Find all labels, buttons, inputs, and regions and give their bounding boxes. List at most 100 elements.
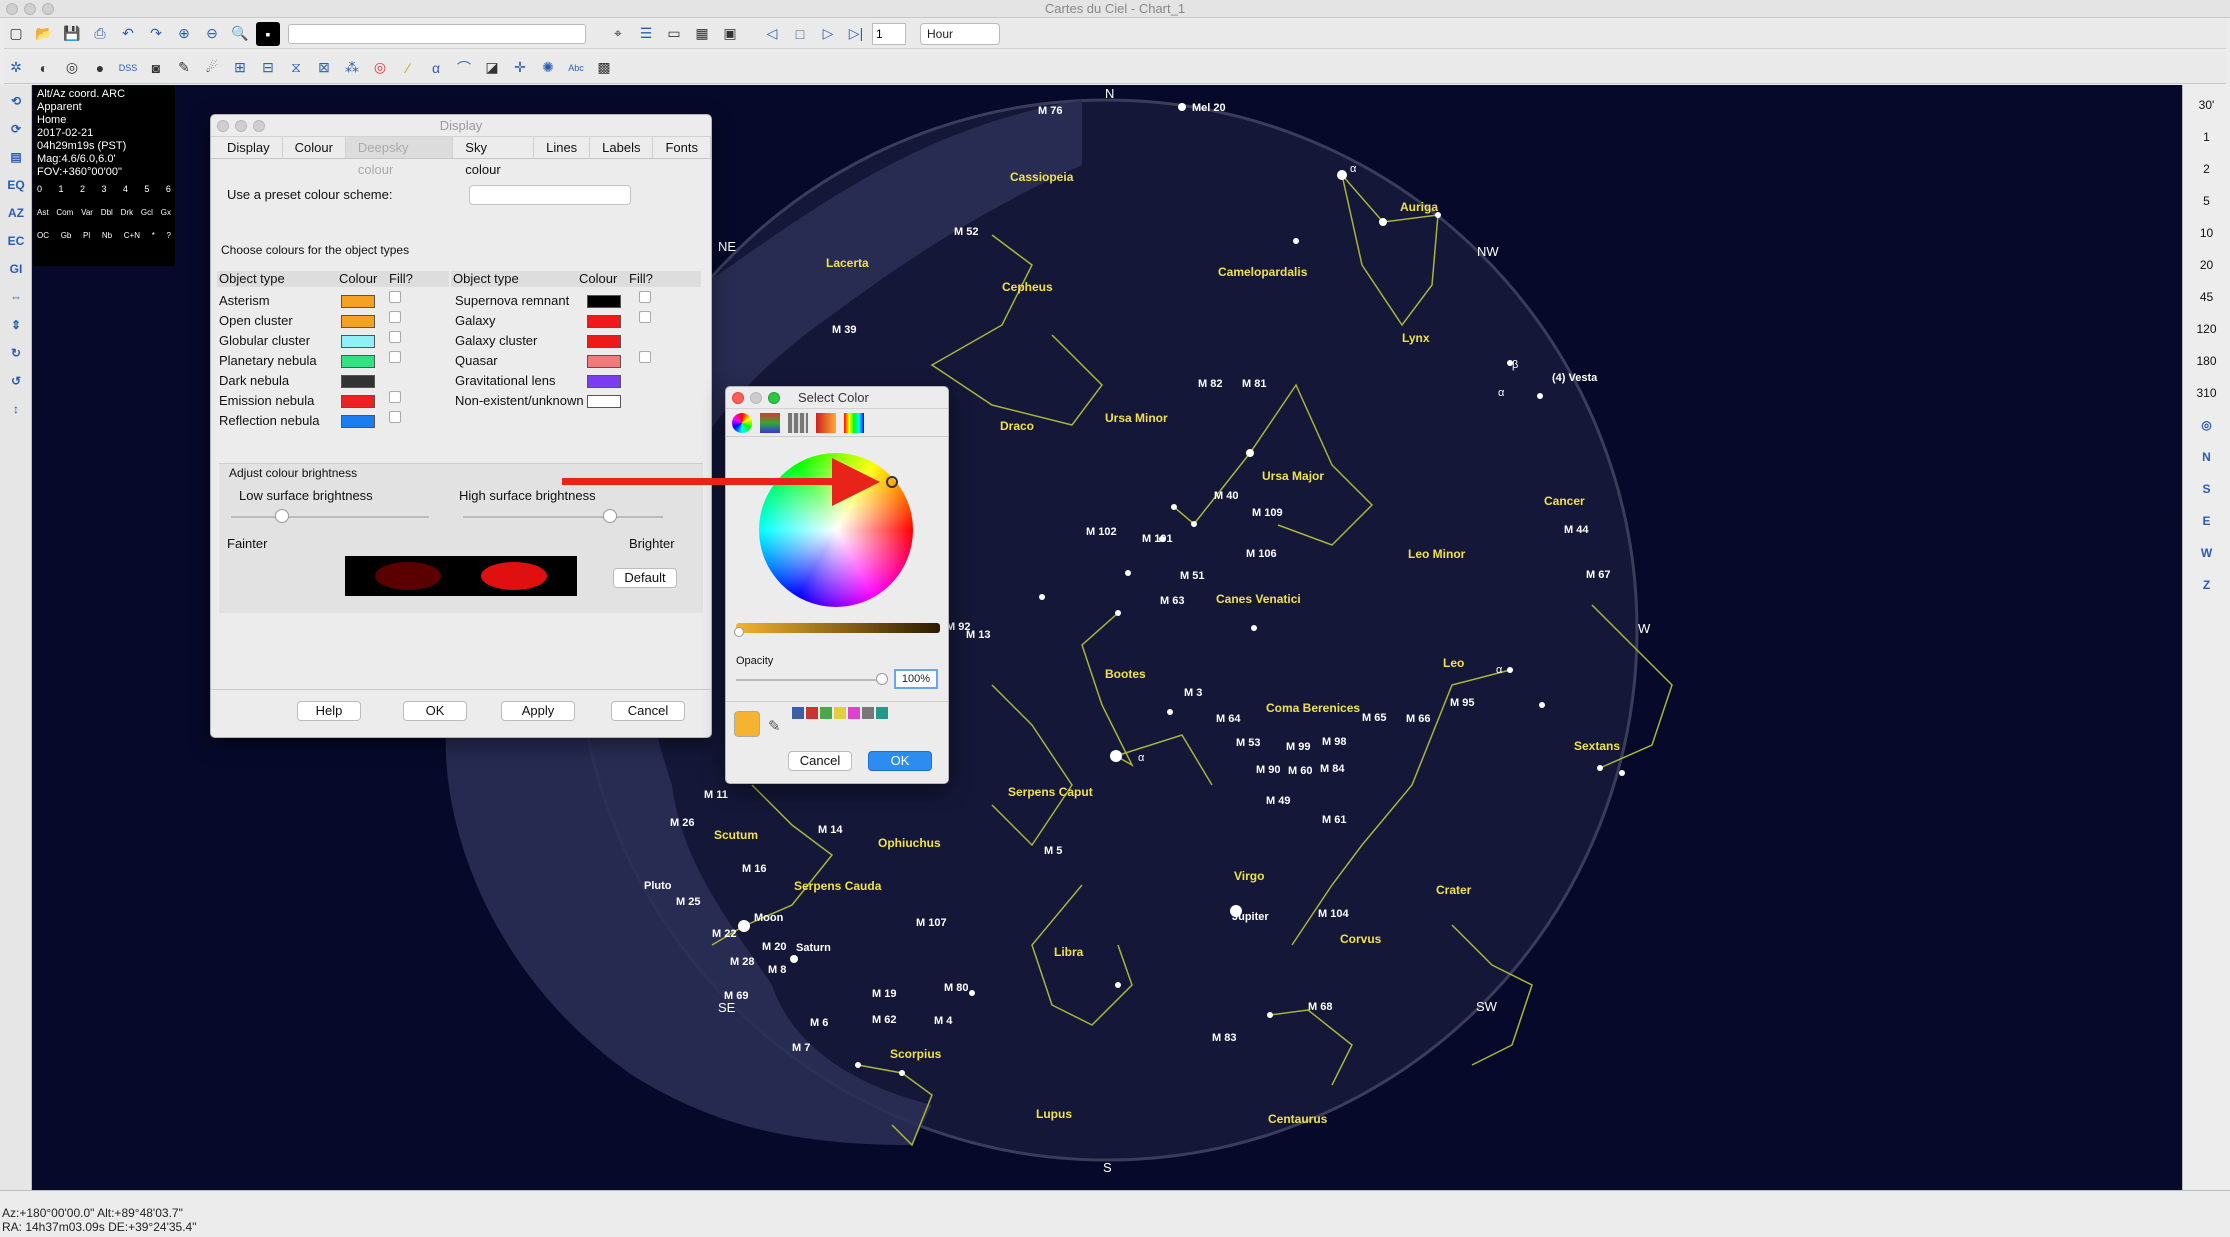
left-object-row-fill-checkbox[interactable] — [389, 391, 401, 403]
constellation-label[interactable]: Auriga — [1400, 200, 1438, 214]
constellation-icon[interactable]: ⁂ — [340, 56, 364, 80]
rotate-cw-icon[interactable]: ↻ — [4, 341, 28, 365]
grid-eq-icon[interactable]: ⊟ — [256, 56, 280, 80]
palettes-mode-icon[interactable] — [788, 413, 808, 433]
view-west[interactable]: W — [2183, 537, 2230, 569]
tab-colour[interactable]: Colour — [283, 137, 346, 158]
right-object-row-colour-swatch[interactable] — [587, 395, 621, 408]
book-icon[interactable]: ▤ — [4, 145, 28, 169]
left-object-row-colour-swatch[interactable] — [341, 295, 375, 308]
eyedropper-icon[interactable]: ✎ — [768, 717, 781, 735]
deep-sky-object-label[interactable]: Mel 20 — [1192, 102, 1226, 114]
mark-icon[interactable]: ⊠ — [312, 56, 336, 80]
zoom-180[interactable]: 180 — [2183, 345, 2230, 377]
deep-sky-object-label[interactable]: M 98 — [1322, 736, 1346, 748]
greek-letter-label[interactable]: α — [1496, 664, 1503, 676]
deep-sky-object-label[interactable]: M 83 — [1212, 1032, 1236, 1044]
constellation-label[interactable]: Lynx — [1402, 331, 1430, 345]
left-object-row-colour-swatch[interactable] — [341, 375, 375, 388]
star-mark[interactable] — [1171, 504, 1177, 510]
deep-sky-object-label[interactable]: M 28 — [730, 956, 754, 968]
constellation-label[interactable]: Ophiuchus — [878, 836, 941, 850]
star-mark[interactable] — [1246, 449, 1254, 457]
star-mark[interactable] — [899, 1070, 905, 1076]
constellation-label[interactable]: Coma Berenices — [1266, 701, 1360, 715]
deep-sky-object-label[interactable]: M 11 — [704, 789, 728, 801]
help-button[interactable]: Help — [297, 701, 361, 721]
compass-label[interactable]: N — [1105, 86, 1114, 101]
deep-sky-object-label[interactable]: M 84 — [1320, 763, 1345, 775]
color-wheel-cursor[interactable] — [886, 476, 898, 488]
deep-sky-object-label[interactable]: M 22 — [712, 928, 736, 940]
dss-icon[interactable]: DSS — [116, 56, 140, 80]
scale-icon[interactable]: ⧖ — [284, 56, 308, 80]
left-object-row-fill-checkbox[interactable] — [389, 331, 401, 343]
compass-label[interactable]: SW — [1476, 999, 1498, 1014]
brightness-slider[interactable] — [736, 623, 940, 633]
swap-ud-icon[interactable]: ⇕ — [4, 313, 28, 337]
constellation-label[interactable]: Lacerta — [826, 256, 869, 270]
left-object-row-fill-checkbox[interactable] — [389, 411, 401, 423]
left-object-row-colour-swatch[interactable] — [341, 395, 375, 408]
camera-icon[interactable]: ◙ — [144, 56, 168, 80]
view-east[interactable]: E — [2183, 505, 2230, 537]
deep-sky-object-label[interactable]: M 6 — [810, 1017, 828, 1029]
zoom-45[interactable]: 45 — [2183, 281, 2230, 313]
deep-sky-object-label[interactable]: M 64 — [1216, 713, 1241, 725]
palette-swatch[interactable] — [806, 707, 818, 719]
color-ok-button[interactable]: OK — [868, 751, 932, 771]
chart-icon[interactable]: ▪ — [256, 21, 280, 46]
comet-icon[interactable]: ☄ — [200, 56, 224, 80]
deep-sky-object-label[interactable]: Pluto — [644, 880, 672, 892]
zoom-out-icon[interactable]: ⊖ — [200, 22, 224, 46]
right-object-row-colour-swatch[interactable] — [587, 375, 621, 388]
constellation-label[interactable]: Libra — [1054, 945, 1084, 959]
star-mark[interactable] — [1167, 709, 1173, 715]
gal-toggle[interactable]: GI — [4, 257, 28, 281]
compass-label[interactable]: SE — [718, 1000, 736, 1015]
view-zenith[interactable]: Z — [2183, 569, 2230, 601]
rotate-icon[interactable]: ⟳ — [4, 117, 28, 141]
pencils-mode-icon[interactable] — [844, 413, 864, 433]
ground-icon[interactable]: ◪ — [480, 56, 504, 80]
deep-sky-object-label[interactable]: M 62 — [872, 1014, 896, 1026]
constellation-label[interactable]: Corvus — [1340, 932, 1382, 946]
tab-display[interactable]: Display — [215, 137, 283, 158]
constellation-label[interactable]: Ursa Major — [1262, 469, 1324, 483]
target-icon[interactable]: ◎ — [368, 56, 392, 80]
constellation-label[interactable]: Cancer — [1544, 494, 1585, 508]
search-icon[interactable]: 🔍 — [228, 22, 252, 46]
deep-sky-object-label[interactable]: M 16 — [742, 863, 766, 875]
tab-fonts[interactable]: Fonts — [653, 137, 711, 158]
stop-icon[interactable]: □ — [788, 22, 812, 46]
color-close-button[interactable] — [732, 392, 744, 404]
star-mark[interactable] — [855, 1062, 861, 1068]
time-unit-select[interactable]: Hour — [920, 22, 1000, 45]
star-mark[interactable] — [1115, 610, 1121, 616]
left-object-row-colour-swatch[interactable] — [341, 355, 375, 368]
print-icon[interactable]: ⎙ — [88, 22, 112, 46]
star-mark[interactable] — [790, 955, 798, 963]
star-mark[interactable] — [1178, 103, 1186, 111]
undo-icon[interactable]: ↶ — [116, 22, 140, 46]
palette-swatch[interactable] — [862, 707, 874, 719]
greek-letter-label[interactable]: α — [1350, 163, 1357, 175]
low-surface-slider[interactable] — [231, 516, 429, 518]
deep-sky-object-label[interactable]: M 5 — [1044, 845, 1062, 857]
greek-letter-label[interactable]: α — [1138, 752, 1145, 764]
deep-sky-object-label[interactable]: M 65 — [1362, 712, 1386, 724]
zoom-310[interactable]: 310 — [2183, 377, 2230, 409]
star-mark[interactable] — [1251, 625, 1257, 631]
constellation-label[interactable]: Virgo — [1234, 869, 1264, 883]
compass-label[interactable]: W — [1638, 621, 1651, 636]
zoom-1[interactable]: 1 — [2183, 121, 2230, 153]
deep-sky-object-label[interactable]: M 76 — [1038, 105, 1062, 117]
deep-sky-object-label[interactable]: Moon — [754, 912, 784, 924]
left-object-row-fill-checkbox[interactable] — [389, 311, 401, 323]
time-step-input[interactable] — [872, 22, 906, 45]
zoom-2[interactable]: 2 — [2183, 153, 2230, 185]
star-mark[interactable] — [969, 990, 975, 996]
brightness-thumb[interactable] — [734, 627, 744, 637]
opacity-value-input[interactable]: 100% — [894, 669, 938, 689]
opacity-thumb[interactable] — [876, 673, 888, 685]
